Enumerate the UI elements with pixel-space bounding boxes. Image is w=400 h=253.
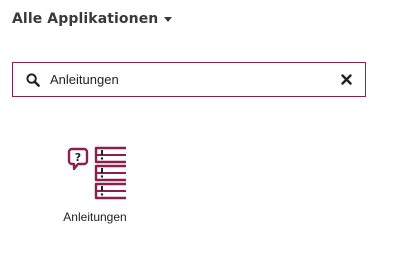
all-apps-dropdown[interactable]: Alle Applikationen (12, 11, 173, 27)
caret-down-icon (164, 17, 173, 22)
app-tile-anleitungen[interactable]: ? Anleitungen (58, 140, 132, 224)
guides-icon: ? (67, 146, 126, 200)
search-icon (26, 72, 40, 87)
close-icon[interactable] (340, 74, 352, 86)
svg-text:?: ? (75, 151, 81, 164)
all-apps-title: Alle Applikationen (12, 11, 159, 27)
search-input[interactable] (50, 69, 340, 90)
search-box (12, 62, 366, 97)
app-label: Anleitungen (63, 210, 127, 224)
